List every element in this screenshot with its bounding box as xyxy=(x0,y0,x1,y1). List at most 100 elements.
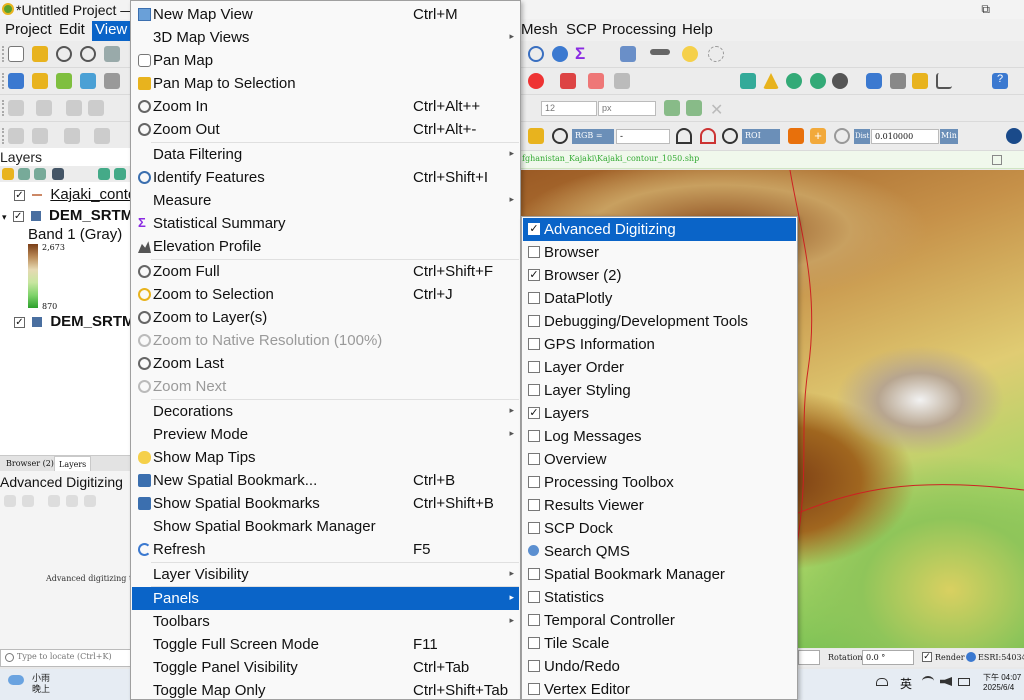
panel-item-search-qms[interactable]: Search QMS xyxy=(523,540,796,563)
pan-tool-icon[interactable] xyxy=(8,46,24,62)
adv-construction-icon[interactable] xyxy=(22,495,34,507)
panel-item-debugging-development-tools[interactable]: Debugging/Development Tools xyxy=(523,310,796,333)
add-vector-icon[interactable] xyxy=(56,73,72,89)
scale-spinbox[interactable]: 12 xyxy=(541,101,597,116)
layer-visibility-checkbox[interactable]: ✓ xyxy=(14,316,25,328)
taskbar-time[interactable]: 下午 04:07 xyxy=(983,672,1021,683)
settings-gear-icon[interactable] xyxy=(552,46,568,62)
menu-scp[interactable]: SCP xyxy=(563,21,600,41)
ime-indicator[interactable]: 英 xyxy=(900,675,912,692)
help-icon[interactable]: ? xyxy=(992,73,1008,89)
dist-input[interactable]: 0.010000 xyxy=(871,129,939,144)
menu-help[interactable]: Help xyxy=(679,21,716,41)
vertex-tool-icon[interactable] xyxy=(36,100,52,116)
view-menu-item-pan-map-to-selection[interactable]: Pan Map to Selection xyxy=(132,72,519,95)
panel-checkbox[interactable] xyxy=(528,246,540,258)
toolbar-handle[interactable] xyxy=(2,46,5,62)
panel-checkbox[interactable]: ✓ xyxy=(528,223,540,235)
volume-icon[interactable] xyxy=(940,677,952,686)
taskbar-date[interactable]: 2025/6/4 xyxy=(983,683,1014,692)
rgb-select[interactable]: - xyxy=(616,129,670,144)
select-feature-icon[interactable] xyxy=(8,128,24,144)
open-data-source-icon[interactable] xyxy=(8,73,24,89)
triangle-tool-icon[interactable] xyxy=(763,73,779,89)
panel-item-layer-styling[interactable]: Layer Styling xyxy=(523,379,796,402)
layer-visibility-checkbox[interactable]: ✓ xyxy=(14,189,25,201)
wifi-icon[interactable] xyxy=(922,676,934,686)
tool-disabled-icon[interactable] xyxy=(708,46,724,62)
adv-parallel-icon[interactable] xyxy=(48,495,60,507)
menu-mesh[interactable]: Mesh xyxy=(518,21,561,41)
identify-tool-icon[interactable] xyxy=(528,46,544,62)
view-menu-item-zoom-to-selection[interactable]: Zoom to Selection Ctrl+J xyxy=(132,283,519,306)
roi-tool-icon[interactable] xyxy=(788,128,804,144)
roi-arch-icon[interactable] xyxy=(676,128,692,144)
roi-zoom-icon[interactable] xyxy=(722,128,738,144)
panel-checkbox[interactable] xyxy=(528,361,540,373)
select-polygon-icon[interactable] xyxy=(32,128,48,144)
panel-checkbox[interactable] xyxy=(528,384,540,396)
panel-checkbox[interactable] xyxy=(528,430,540,442)
panel-item-layers[interactable]: ✓ Layers xyxy=(523,402,796,425)
roi-arch-red-icon[interactable] xyxy=(700,128,716,144)
panel-checkbox[interactable] xyxy=(528,568,540,580)
expand-arrow-icon[interactable]: ▾ xyxy=(2,212,7,222)
panel-checkbox[interactable]: ✓ xyxy=(528,269,540,281)
scale-box[interactable] xyxy=(798,650,820,665)
browser-tool-icon[interactable] xyxy=(832,73,848,89)
toolbar-handle[interactable] xyxy=(2,100,5,116)
move-feature-icon[interactable] xyxy=(66,100,82,116)
panel-item-dataplotly[interactable]: DataPlotly xyxy=(523,287,796,310)
map-tips-icon[interactable] xyxy=(682,46,698,62)
tab-layers[interactable]: Layers xyxy=(54,456,92,472)
toolbar-handle[interactable] xyxy=(2,128,5,144)
panel-item-log-messages[interactable]: Log Messages xyxy=(523,425,796,448)
attribute-table-icon[interactable] xyxy=(620,46,636,62)
weather-widget[interactable]: 小雨 晚上 xyxy=(8,673,50,695)
layer-visibility-checkbox[interactable]: ✓ xyxy=(12,210,24,222)
snap-tool-icon[interactable] xyxy=(664,100,680,116)
panel-checkbox[interactable]: ✓ xyxy=(528,407,540,419)
panel-item-spatial-bookmark-manager[interactable]: Spatial Bookmark Manager xyxy=(523,563,796,586)
adv-tool-icon[interactable] xyxy=(4,495,16,507)
panel-checkbox[interactable] xyxy=(528,522,540,534)
panel-checkbox[interactable] xyxy=(528,660,540,672)
view-menu-item-show-spatial-bookmarks[interactable]: Show Spatial Bookmarks Ctrl+Shift+B xyxy=(132,492,519,515)
globe-tool-icon[interactable] xyxy=(786,73,802,89)
view-menu-item-zoom-out[interactable]: Zoom Out Ctrl+Alt+- xyxy=(132,118,519,141)
panel-item-scp-dock[interactable]: SCP Dock xyxy=(523,517,796,540)
crs-globe-icon[interactable] xyxy=(966,652,976,662)
panel-checkbox[interactable] xyxy=(528,292,540,304)
select-expression-icon[interactable] xyxy=(94,128,110,144)
panel-item-statistics[interactable]: Statistics xyxy=(523,586,796,609)
panel-checkbox[interactable] xyxy=(528,315,540,327)
panel-item-layer-order[interactable]: Layer Order xyxy=(523,356,796,379)
layer-item-kajaki-contour[interactable]: ✓ Kajaki_conto xyxy=(14,186,136,203)
style-manager-icon[interactable] xyxy=(2,168,14,180)
render-checkbox[interactable]: ✓ xyxy=(922,652,932,662)
panel-item-gps-information[interactable]: GPS Information xyxy=(523,333,796,356)
panel-checkbox[interactable] xyxy=(528,499,540,511)
panel-checkbox[interactable] xyxy=(528,614,540,626)
menu-view[interactable]: View xyxy=(92,21,131,41)
view-menu-item-zoom-in[interactable]: Zoom In Ctrl+Alt++ xyxy=(132,95,519,118)
view-menu-item-3d-map-views[interactable]: 3D Map Views ▸ xyxy=(132,26,519,49)
view-menu-item-refresh[interactable]: Refresh F5 xyxy=(132,538,519,561)
scp-logo-icon[interactable] xyxy=(1006,128,1022,144)
label-tool-icon[interactable] xyxy=(614,73,630,89)
delete-feature-icon[interactable] xyxy=(88,100,104,116)
view-menu-item-measure[interactable]: Measure ▸ xyxy=(132,189,519,212)
delete-tool-icon[interactable] xyxy=(588,73,604,89)
panel-item-browser[interactable]: Browser xyxy=(523,241,796,264)
cross-tool-icon[interactable]: ✕ xyxy=(710,100,726,119)
view-menu-item-show-spatial-bookmark-manager[interactable]: Show Spatial Bookmark Manager xyxy=(132,515,519,538)
view-menu-item-toggle-map-only[interactable]: Toggle Map Only Ctrl+Shift+Tab xyxy=(132,679,519,700)
menu-edit[interactable]: Edit xyxy=(56,21,88,41)
panel-item-undo-redo[interactable]: Undo/Redo xyxy=(523,655,796,678)
globe-2-tool-icon[interactable] xyxy=(810,73,826,89)
panel-item-results-viewer[interactable]: Results Viewer xyxy=(523,494,796,517)
view-menu-item-layer-visibility[interactable]: Layer Visibility ▸ xyxy=(132,563,519,586)
expand-all-icon[interactable] xyxy=(98,168,110,180)
view-menu-item-decorations[interactable]: Decorations ▸ xyxy=(132,400,519,423)
add-group-icon[interactable] xyxy=(18,168,30,180)
